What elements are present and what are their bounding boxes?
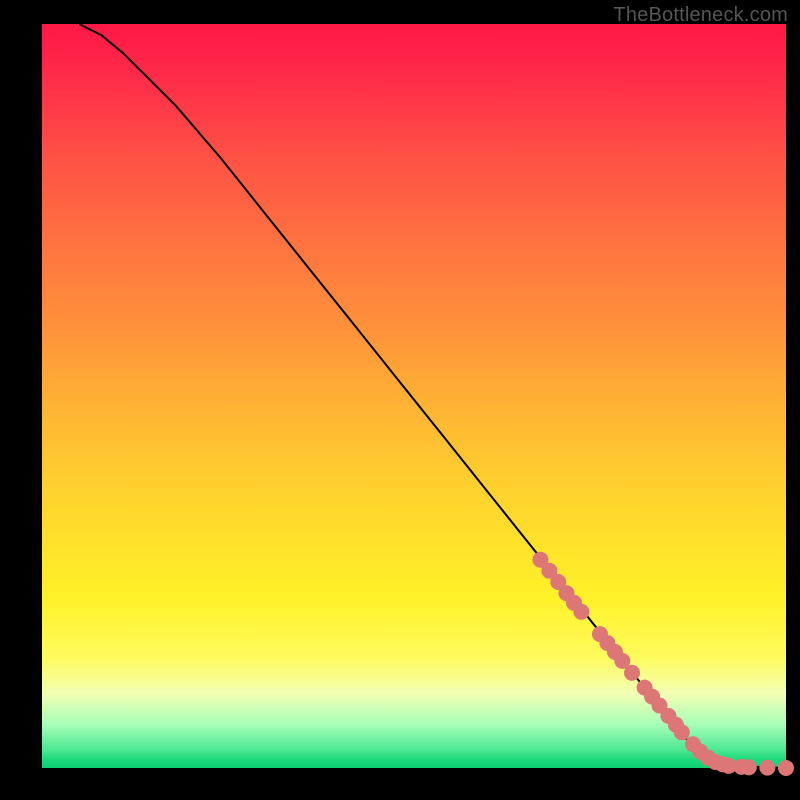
curve-marker	[759, 760, 775, 776]
chart-svg	[42, 24, 786, 768]
curve-marker	[573, 604, 589, 620]
curve-marker	[674, 724, 690, 740]
curve-markers	[533, 552, 795, 776]
curve-marker	[778, 760, 794, 776]
curve-marker	[741, 759, 757, 775]
curve-marker	[624, 665, 640, 681]
curve-line	[79, 24, 786, 768]
chart-plot-area	[42, 24, 786, 768]
